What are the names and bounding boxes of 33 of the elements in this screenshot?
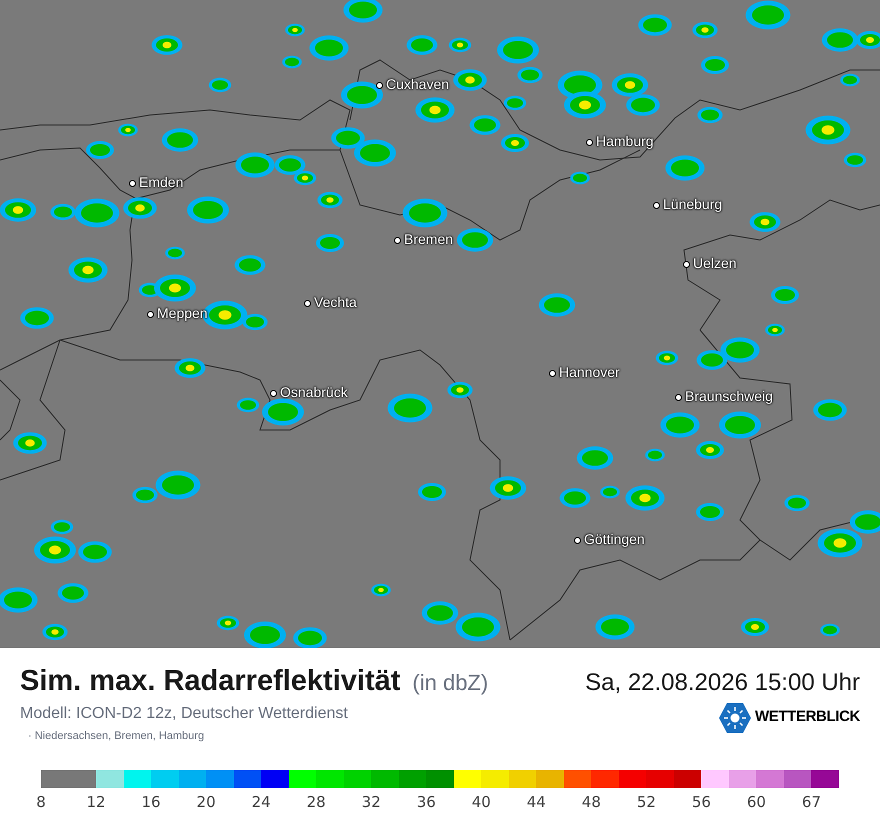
legend-tick-label: 67 — [802, 792, 822, 813]
city-label: Hannover — [559, 364, 620, 380]
legend-tick-label: 20 — [196, 792, 216, 813]
forecast-datetime: Sa, 22.08.2026 15:00 Uhr — [585, 668, 860, 698]
city-label: Braunschweig — [685, 388, 773, 404]
legend-tick-label: 16 — [142, 792, 161, 813]
city-label: Göttingen — [584, 531, 645, 547]
city-label: Uelzen — [693, 255, 737, 271]
legend-tick-label: 24 — [252, 792, 271, 813]
brand-name: WETTERBLICK — [754, 707, 860, 728]
city-label: Cuxhaven — [386, 76, 450, 92]
city-label: Bremen — [404, 231, 454, 247]
model-source: Modell: ICON-D2 12z, Deutscher Wetterdienst — [20, 704, 348, 724]
legend-tick-label: 28 — [306, 792, 326, 813]
city-label: Vechta — [314, 294, 357, 310]
city-label: Emden — [139, 174, 184, 190]
region-label: · Niedersachsen, Bremen, Hamburg — [28, 728, 206, 744]
chart-title: Sim. max. Radarreflektivität — [20, 664, 400, 699]
legend-tick-label: 48 — [582, 792, 601, 813]
legend-tick-label: 8 — [36, 792, 46, 813]
legend-tick-label: 12 — [86, 792, 106, 813]
legend-tick-label: 60 — [746, 792, 766, 813]
legend-tick-label: 56 — [692, 792, 711, 813]
legend-tick-label: 40 — [472, 792, 491, 813]
legend-tick-label: 44 — [526, 792, 546, 813]
city-label: Hamburg — [596, 133, 654, 149]
legend-tick-label: 36 — [416, 792, 436, 813]
sun-logo-icon — [718, 702, 751, 734]
city-label: Osnabrück — [280, 384, 348, 400]
legend-tick-label: 52 — [636, 792, 656, 813]
unit-label: (in dbZ) — [412, 669, 488, 697]
city-label: Lüneburg — [663, 196, 722, 212]
legend-tick-label: 32 — [362, 792, 381, 813]
